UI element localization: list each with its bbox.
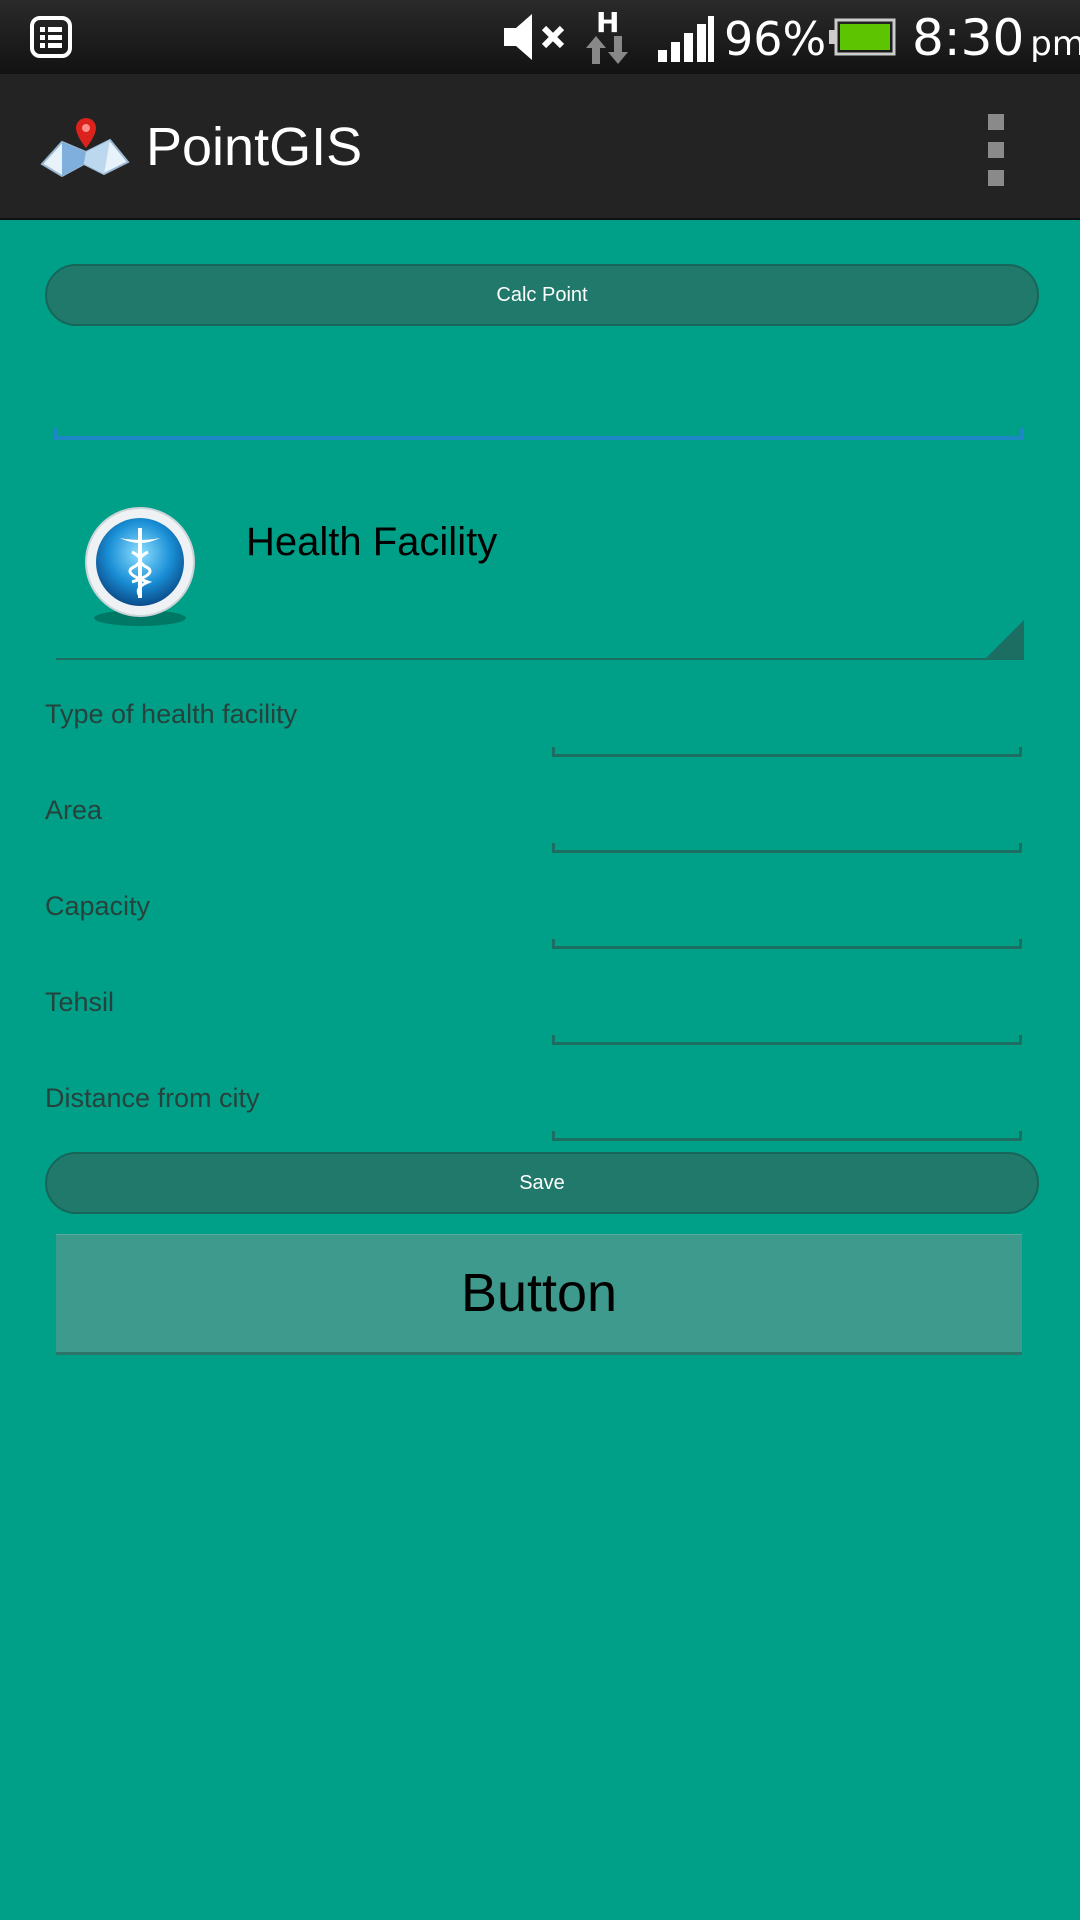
label-area: Area xyxy=(45,795,103,825)
save-button[interactable]: Save xyxy=(45,1152,1039,1214)
spinner-dropdown-icon[interactable] xyxy=(986,620,1024,658)
facility-type-spinner[interactable]: Health Facility xyxy=(56,490,1024,660)
app-title: PointGIS xyxy=(146,117,363,177)
data-transfer-icon: H xyxy=(586,6,628,64)
distance-from-city-field[interactable] xyxy=(552,1108,1022,1141)
signal-icon xyxy=(658,16,714,62)
clock-ampm: pm xyxy=(1030,24,1080,64)
battery-percent: 96% xyxy=(724,12,827,66)
generic-button[interactable]: Button xyxy=(56,1234,1022,1355)
tehsil-field[interactable] xyxy=(552,1012,1022,1045)
overflow-dot xyxy=(988,170,1004,186)
overflow-dot xyxy=(988,114,1004,130)
result-input[interactable] xyxy=(54,380,1024,440)
clock: 8:30 pm xyxy=(912,8,1080,74)
action-bar: PointGIS xyxy=(0,74,1080,220)
clock-time: 8:30 xyxy=(912,9,1025,67)
overflow-menu-icon[interactable] xyxy=(985,114,1007,210)
label-capacity: Capacity xyxy=(45,891,151,921)
overflow-dot xyxy=(988,142,1004,158)
label-tehsil: Tehsil xyxy=(45,987,115,1017)
capacity-field[interactable] xyxy=(552,916,1022,949)
spinner-selected-label: Health Facility xyxy=(246,520,498,564)
label-distance-from-city: Distance from city xyxy=(45,1083,260,1113)
battery-icon xyxy=(829,18,896,56)
status-bar: H 96% 8:30 pm xyxy=(0,0,1080,74)
area-field[interactable] xyxy=(552,820,1022,853)
map-pin-icon[interactable] xyxy=(40,112,130,178)
calc-point-button[interactable]: Calc Point xyxy=(45,264,1039,326)
notification-list-icon[interactable] xyxy=(30,16,72,58)
type-of-health-facility-field[interactable] xyxy=(552,724,1022,757)
label-type-of-health-facility: Type of health facility xyxy=(45,699,298,729)
network-type-label: H xyxy=(596,6,619,39)
caduceus-icon xyxy=(85,507,195,626)
mute-icon xyxy=(504,14,565,60)
